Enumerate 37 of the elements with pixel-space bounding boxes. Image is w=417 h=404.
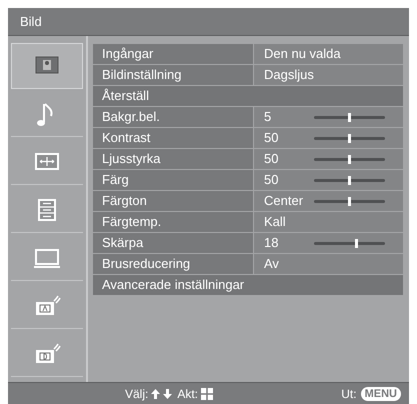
menu-item[interactable]: Återställ <box>93 86 403 106</box>
setting-value: 5 <box>264 108 272 126</box>
setting-label[interactable]: Färgton <box>93 191 253 211</box>
hint-text: Ut: <box>341 386 357 402</box>
enter-key-icon <box>201 388 214 400</box>
setting-value: Center <box>264 192 304 210</box>
setting-label[interactable]: Ljusstyrka <box>93 149 253 169</box>
slider-thumb[interactable] <box>355 238 358 248</box>
setting-value: 50 <box>264 171 280 190</box>
hint-text: Välj: <box>125 386 148 402</box>
hint-text: Akt: <box>177 386 198 402</box>
down-arrow-icon <box>163 388 172 398</box>
slider-thumb[interactable] <box>348 154 351 164</box>
up-arrow-icon <box>151 388 160 398</box>
setting-value: Dagsljus <box>264 66 314 84</box>
setting-value: 18 <box>264 234 280 252</box>
setting-label[interactable]: Kontrast <box>93 128 253 148</box>
setting-value: 50 <box>264 129 280 148</box>
slider-thumb[interactable] <box>348 112 351 122</box>
setting-value: Av <box>264 255 280 274</box>
setting-value: Kall <box>264 213 287 232</box>
window-title: Bild <box>20 12 42 31</box>
slider-thumb[interactable] <box>348 176 351 184</box>
slider-thumb[interactable] <box>348 196 351 206</box>
setting-label[interactable]: Bakgr.bel. <box>93 107 253 127</box>
setting-label[interactable]: Färgtemp. <box>93 212 253 232</box>
setting-value: 50 <box>264 150 280 168</box>
menu-item[interactable]: Avancerade inställningar <box>93 275 403 295</box>
setting-label[interactable]: Ingångar <box>93 44 253 64</box>
menu-key: MENU <box>360 386 401 400</box>
setting-value: Den nu valda <box>264 45 341 64</box>
setting-label[interactable]: Brusreducering <box>93 254 253 274</box>
sidebar-tab[interactable] <box>11 43 83 89</box>
setting-label[interactable]: Färg <box>93 170 253 190</box>
setting-label[interactable]: Bildinställning <box>93 65 253 85</box>
setting-label[interactable]: Skärpa <box>93 233 253 253</box>
slider-thumb[interactable] <box>348 134 351 142</box>
